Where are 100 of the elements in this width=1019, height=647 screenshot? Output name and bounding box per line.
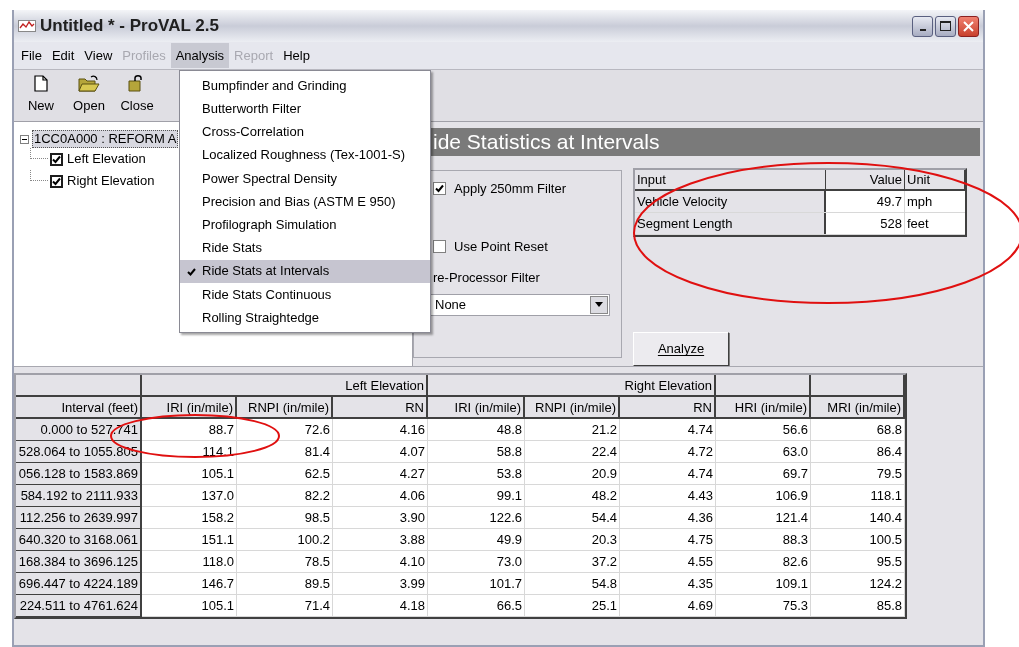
- table-cell: 158.2: [142, 507, 237, 529]
- tree-node[interactable]: 1CC0A000 : REFORM A: [32, 130, 179, 148]
- table-cell: 81.4: [237, 441, 333, 463]
- collapse-icon[interactable]: [20, 134, 29, 144]
- table-cell: 4.27: [333, 463, 428, 485]
- table-cell: 20.3: [525, 529, 620, 551]
- menu-option[interactable]: Precision and Bias (ASTM E 950): [180, 189, 430, 214]
- filter-label: re-Processor Filter: [433, 269, 541, 287]
- row-header: 168.384 to 3696.125: [16, 551, 142, 573]
- table-cell: 4.74: [620, 463, 716, 485]
- table-cell: 88.7: [142, 419, 237, 441]
- table-cell: 54.8: [525, 573, 620, 595]
- row-header: 696.447 to 4224.189: [16, 573, 142, 595]
- table-cell: 48.8: [428, 419, 525, 441]
- table-cell: 98.5: [237, 507, 333, 529]
- menu-item[interactable]: View: [79, 42, 118, 69]
- column-header: IRI (in/mile): [142, 397, 237, 418]
- option-label[interactable]: Apply 250mm Filter: [454, 179, 566, 199]
- menu-option[interactable]: Power Spectral Density: [180, 166, 430, 190]
- table-cell: 124.2: [811, 573, 905, 595]
- table-cell: 105.1: [142, 595, 237, 617]
- table-cell: 99.1: [428, 485, 525, 507]
- column-header: Value: [826, 170, 905, 190]
- row-header: 584.192 to 2111.933: [16, 485, 142, 507]
- table-cell: 73.0: [428, 551, 525, 573]
- table-cell: 140.4: [811, 507, 905, 529]
- column-header: HRI (in/mile): [716, 397, 811, 418]
- table-cell: 54.4: [525, 507, 620, 529]
- table-cell: 25.1: [525, 595, 620, 617]
- menu-option[interactable]: Ride Stats at Intervals: [180, 259, 430, 283]
- table-cell: 78.5: [237, 551, 333, 573]
- menu-option[interactable]: Profilograph Simulation: [180, 213, 430, 237]
- table-cell: 106.9: [716, 485, 811, 507]
- toolbar-button[interactable]: Close: [116, 75, 158, 116]
- table-cell: 56.6: [716, 419, 811, 441]
- app-logo-icon: [18, 20, 36, 32]
- table-cell: 85.8: [811, 595, 905, 617]
- table-cell: 4.75: [620, 529, 716, 551]
- table-cell: 86.4: [811, 441, 905, 463]
- option-checkbox[interactable]: [433, 182, 446, 196]
- tree-item[interactable]: Right Elevation: [67, 171, 155, 191]
- table-cell: 137.0: [142, 485, 237, 507]
- table-cell: 58.8: [428, 441, 525, 463]
- table-cell: 20.9: [525, 463, 620, 485]
- table-cell: 4.10: [333, 551, 428, 573]
- close-button[interactable]: [958, 15, 979, 37]
- tree-item[interactable]: Left Elevation: [67, 149, 146, 169]
- menu-item[interactable]: Edit: [46, 42, 80, 69]
- tree-checkbox[interactable]: [50, 152, 63, 166]
- table-cell: 118.0: [142, 551, 237, 573]
- table-cell: 4.06: [333, 485, 428, 507]
- menu-option[interactable]: Butterworth Filter: [180, 97, 430, 121]
- table-cell: 118.1: [811, 485, 905, 507]
- menu-option[interactable]: Ride Stats: [180, 236, 430, 260]
- menu-option[interactable]: Bumpfinder and Grinding: [180, 74, 430, 98]
- menu-item[interactable]: Analysis: [170, 42, 230, 69]
- table-cell: 4.07: [333, 441, 428, 463]
- table-cell: 100.2: [237, 529, 333, 551]
- row-header: 056.128 to 1583.869: [16, 463, 142, 485]
- menu-item[interactable]: Help: [278, 42, 315, 69]
- minimize-button[interactable]: [912, 15, 933, 37]
- table-cell: 69.7: [716, 463, 811, 485]
- table-cell: 4.43: [620, 485, 716, 507]
- analyze-button[interactable]: Analyze: [633, 332, 729, 366]
- column-header: RNPI (in/mile): [237, 397, 333, 418]
- input-unit: mph: [906, 193, 934, 211]
- table-cell: 4.55: [620, 551, 716, 573]
- option-label[interactable]: Use Point Reset: [454, 236, 548, 256]
- toolbar-button[interactable]: Open: [68, 75, 110, 116]
- window-title: Untitled * - ProVAL 2.5: [40, 15, 219, 38]
- check-icon: [187, 267, 196, 276]
- input-value[interactable]: 49.7: [826, 191, 905, 212]
- table-cell: 151.1: [142, 529, 237, 551]
- column-header: MRI (in/mile): [811, 397, 905, 418]
- column-header: Input: [635, 170, 826, 190]
- table-cell: 68.8: [811, 419, 905, 441]
- table-cell: 82.6: [716, 551, 811, 573]
- table-cell: 105.1: [142, 463, 237, 485]
- option-checkbox[interactable]: [433, 239, 446, 253]
- close-icon: [963, 20, 974, 32]
- table-cell: 4.72: [620, 441, 716, 463]
- table-cell: 121.4: [716, 507, 811, 529]
- tree-checkbox[interactable]: [50, 174, 63, 188]
- input-unit: feet: [906, 215, 930, 233]
- column-header: Unit: [905, 170, 965, 190]
- table-cell: 95.5: [811, 551, 905, 573]
- table-cell: 49.9: [428, 529, 525, 551]
- table-cell: 63.0: [716, 441, 811, 463]
- table-cell: 37.2: [525, 551, 620, 573]
- table-cell: 62.5: [237, 463, 333, 485]
- input-value[interactable]: 528: [826, 213, 905, 234]
- column-header: RN: [333, 397, 428, 418]
- maximize-button[interactable]: [935, 15, 956, 37]
- menu-item[interactable]: File: [16, 42, 47, 69]
- table-cell: 4.74: [620, 419, 716, 441]
- column-header: RN: [620, 397, 716, 418]
- toolbar-button[interactable]: New: [20, 75, 62, 116]
- table-cell: 100.5: [811, 529, 905, 551]
- table-cell: 4.35: [620, 573, 716, 595]
- table-cell: 146.7: [142, 573, 237, 595]
